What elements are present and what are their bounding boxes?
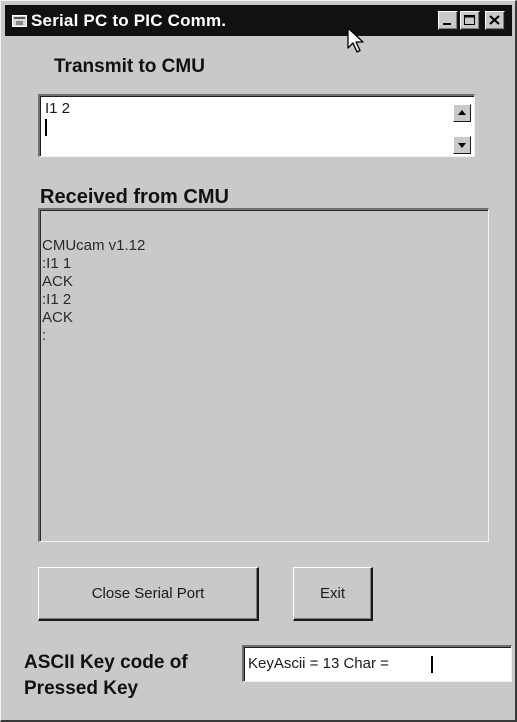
text-caret <box>45 119 47 136</box>
app-window: Serial PC to PIC Comm. Transmit to CMU I… <box>0 0 517 722</box>
minimize-button[interactable] <box>438 11 458 30</box>
ascii-text-caret <box>431 656 433 673</box>
transmit-line: I1 2 <box>45 100 71 117</box>
received-label: Received from CMU <box>40 186 229 208</box>
received-line: : <box>42 327 47 344</box>
close-serial-port-button[interactable]: Close Serial Port <box>38 567 259 621</box>
close-serial-port-label: Close Serial Port <box>91 585 205 602</box>
exit-button[interactable]: Exit <box>293 567 373 621</box>
received-textbox[interactable]: CMUcam v1.12 :I1 1 ACK :I1 2 ACK : <box>38 208 489 542</box>
received-line: ACK <box>42 273 73 290</box>
title-bar[interactable]: Serial PC to PIC Comm. <box>5 5 512 36</box>
scroll-up-button[interactable] <box>453 104 471 122</box>
window-title: Serial PC to PIC Comm. <box>31 11 227 30</box>
close-icon <box>489 15 500 25</box>
received-line: :I1 1 <box>42 255 72 272</box>
ascii-label-line2: Pressed Key <box>24 678 139 699</box>
received-line: ACK <box>42 309 73 326</box>
scroll-down-arrow-icon <box>458 143 466 148</box>
maximize-icon <box>464 15 475 25</box>
received-line: CMUcam v1.12 <box>42 237 146 254</box>
ascii-value-field[interactable]: KeyAscii = 13 Char = <box>242 645 512 682</box>
received-line: :I1 2 <box>42 291 72 308</box>
scroll-down-button[interactable] <box>453 136 471 154</box>
exit-label: Exit <box>319 585 345 602</box>
ascii-label-line1: ASCII Key code of <box>24 652 188 673</box>
maximize-button[interactable] <box>460 11 480 30</box>
mouse-pointer-icon <box>347 27 364 53</box>
scroll-up-arrow-icon <box>458 110 466 115</box>
transmit-textbox[interactable]: I1 2 <box>38 94 475 157</box>
transmit-label: Transmit to CMU <box>54 56 205 77</box>
minimize-icon <box>443 23 451 25</box>
app-icon <box>12 15 27 27</box>
close-window-button[interactable] <box>485 11 505 30</box>
ascii-value: KeyAscii = 13 Char = <box>248 655 389 672</box>
